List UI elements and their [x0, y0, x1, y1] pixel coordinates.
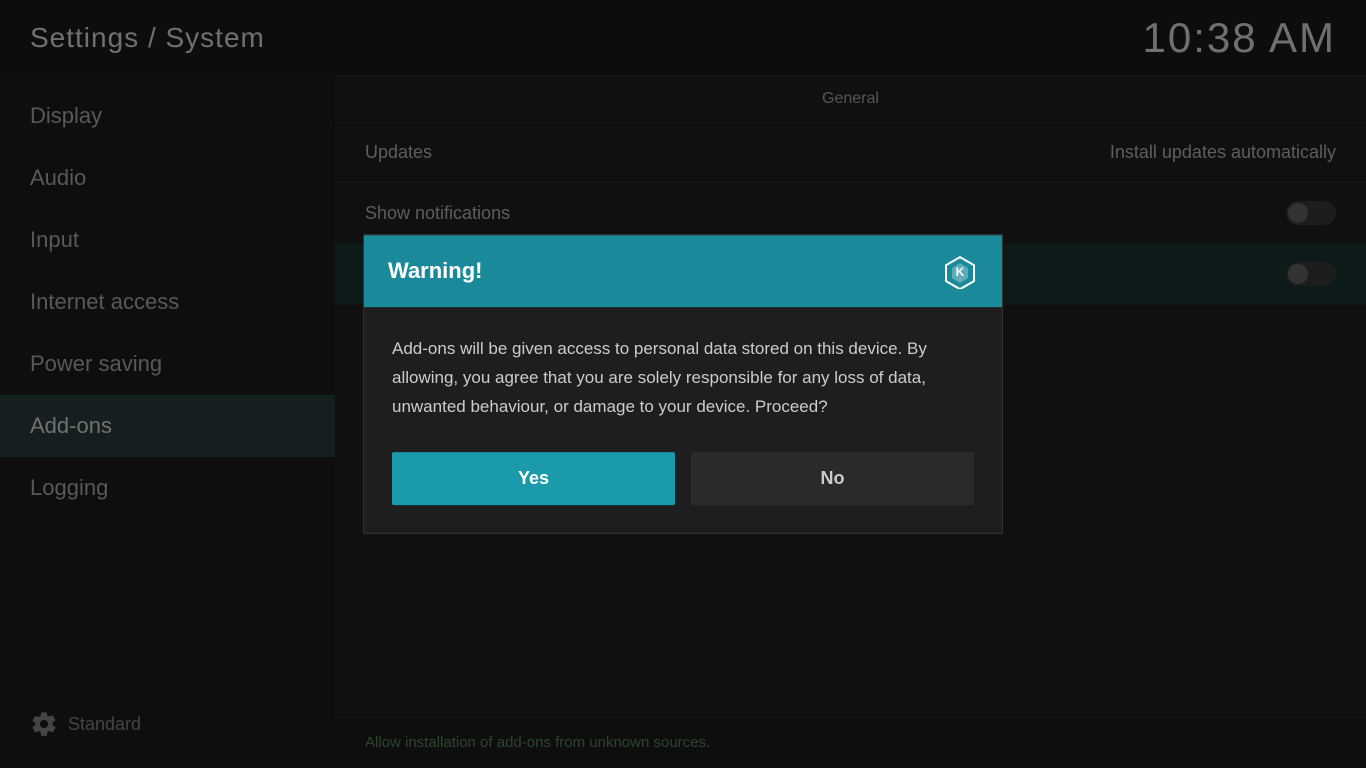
dialog-body: Add-ons will be given access to personal…	[364, 307, 1002, 442]
warning-dialog: Warning! K Add-ons will be given access …	[363, 234, 1003, 534]
yes-button[interactable]: Yes	[392, 452, 675, 505]
no-button[interactable]: No	[691, 452, 974, 505]
dialog-header: Warning! K	[364, 235, 1002, 307]
kodi-logo-icon: K	[942, 253, 978, 289]
dialog-buttons: Yes No	[364, 442, 1002, 533]
dialog-message: Add-ons will be given access to personal…	[392, 339, 927, 416]
svg-text:K: K	[956, 265, 965, 279]
dialog-title: Warning!	[388, 258, 483, 284]
